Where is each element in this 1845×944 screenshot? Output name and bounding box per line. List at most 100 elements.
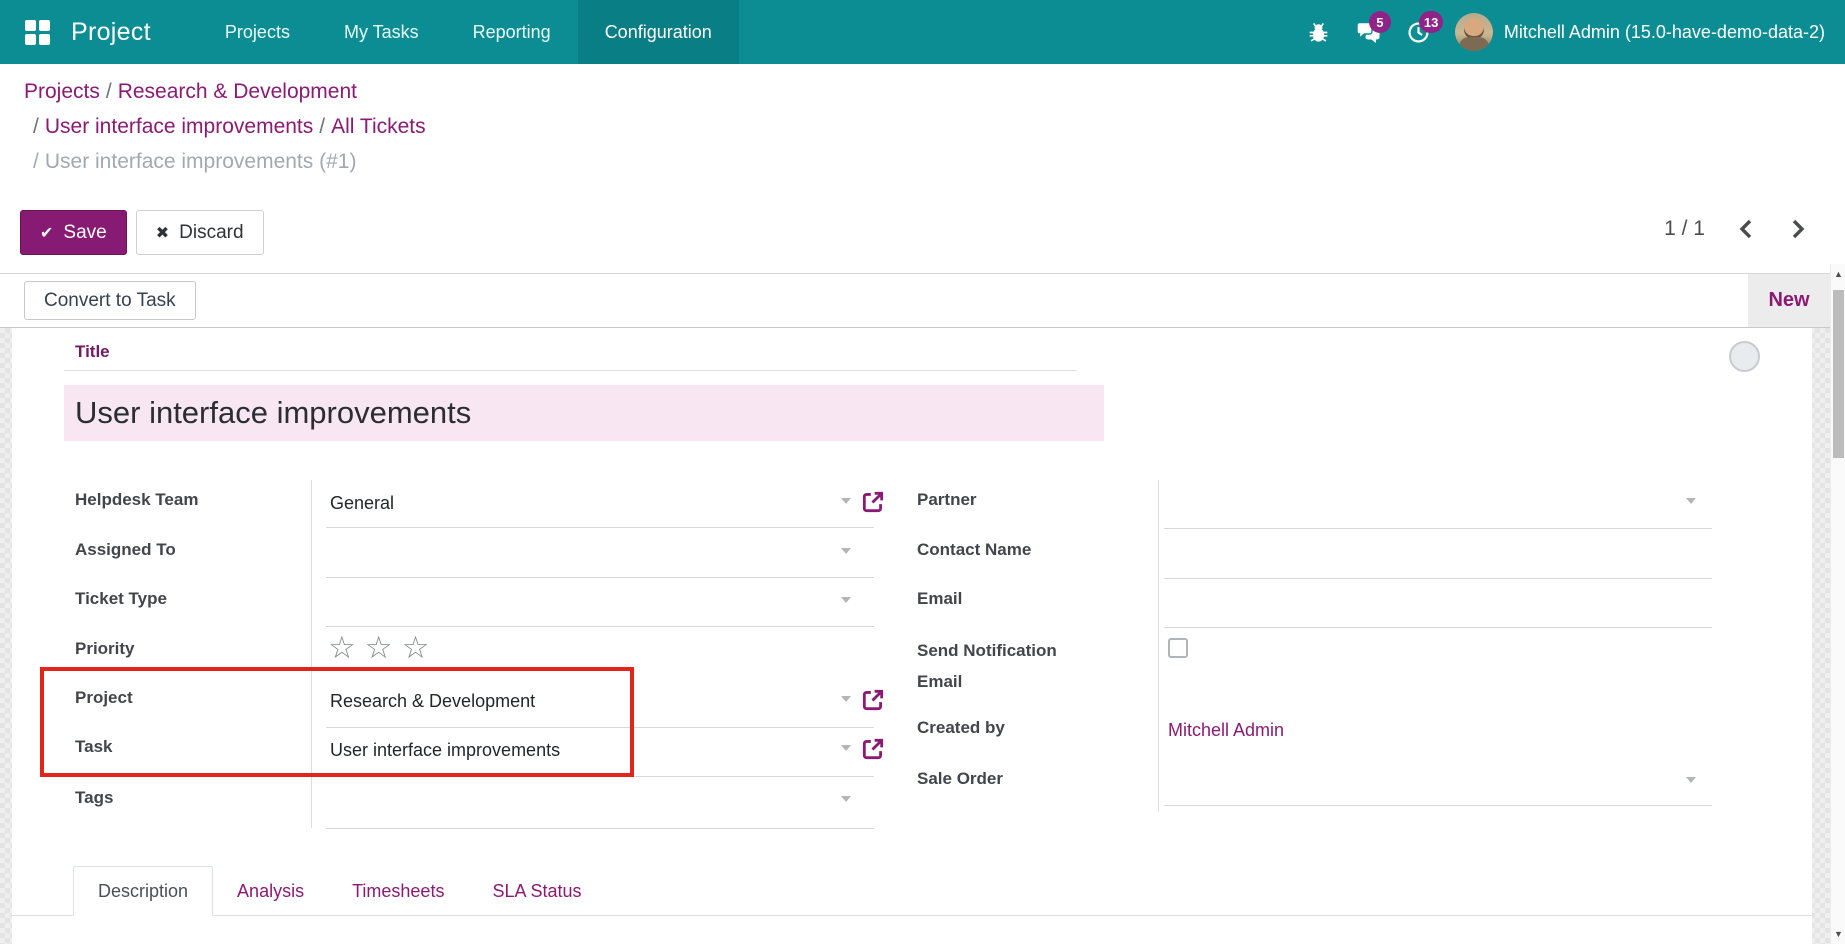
save-button[interactable]: ✔ Save [20, 210, 127, 255]
field-value-project[interactable]: Research & Development [330, 688, 535, 714]
debug-bug-icon[interactable] [1305, 18, 1333, 46]
external-link-icon[interactable] [860, 736, 886, 762]
field-label-sale-order: Sale Order [917, 766, 1089, 792]
x-icon: ✖ [156, 223, 169, 243]
user-name: Mitchell Admin (15.0-have-demo-data-2) [1504, 22, 1825, 43]
breadcrumb-separator: / [33, 115, 45, 138]
discard-button[interactable]: ✖ Discard [136, 210, 264, 255]
breadcrumb-link-all-tickets[interactable]: All Tickets [331, 115, 426, 138]
scroll-down-icon[interactable]: ▼ [1831, 927, 1845, 941]
breadcrumb: Projects/Research & Development /User in… [24, 74, 426, 179]
activities-count-badge: 13 [1419, 11, 1443, 33]
pager-previous-button[interactable] [1735, 217, 1757, 241]
scrollbar-thumb[interactable] [1833, 290, 1844, 458]
priority-stars[interactable]: ☆☆☆ [328, 633, 438, 663]
dropdown-caret-icon[interactable] [1686, 498, 1696, 504]
form-status-bar: Convert to Task New [0, 274, 1830, 328]
user-avatar [1455, 13, 1493, 51]
field-underline [326, 776, 874, 777]
left-column-separator [311, 480, 312, 828]
breadcrumb-row-2: /User interface improvements/All Tickets [24, 109, 426, 144]
app-name[interactable]: Project [71, 18, 151, 47]
field-label-tags: Tags [75, 785, 305, 811]
field-label-assigned-to: Assigned To [75, 537, 305, 563]
notebook-tabs: Description Analysis Timesheets SLA Stat… [12, 866, 1812, 916]
external-link-icon[interactable] [860, 687, 886, 713]
field-label-contact-name: Contact Name [917, 537, 1089, 563]
tab-analysis[interactable]: Analysis [213, 866, 328, 916]
check-icon: ✔ [40, 223, 53, 243]
breadcrumb-link-projects[interactable]: Projects [24, 80, 100, 103]
field-value-helpdesk-team[interactable]: General [330, 490, 394, 516]
convert-to-task-button[interactable]: Convert to Task [24, 281, 196, 320]
navbar-right: 5 13 Mitchell Admin (15.0-have-demo-data… [1305, 13, 1825, 51]
field-underline [1164, 805, 1712, 806]
dropdown-caret-icon[interactable] [841, 745, 851, 751]
pager-counter: 1 / 1 [1664, 217, 1705, 241]
star-icon[interactable]: ☆ [402, 630, 439, 665]
field-label-project: Project [75, 685, 305, 711]
breadcrumb-separator: / [313, 115, 331, 138]
messages-button[interactable]: 5 [1355, 18, 1383, 46]
field-underline [1164, 578, 1712, 579]
dropdown-caret-icon[interactable] [841, 696, 851, 702]
field-value-task[interactable]: User interface improvements [330, 737, 560, 763]
field-underline [326, 527, 874, 528]
activities-button[interactable]: 13 [1405, 18, 1433, 46]
app-window: Project Projects My Tasks Reporting Conf… [0, 0, 1845, 944]
form-action-buttons: ✔ Save ✖ Discard [20, 210, 264, 255]
discard-button-label: Discard [179, 222, 243, 244]
user-menu[interactable]: Mitchell Admin (15.0-have-demo-data-2) [1455, 13, 1825, 51]
external-link-icon[interactable] [860, 489, 886, 515]
field-underline [1164, 528, 1712, 529]
dropdown-caret-icon[interactable] [841, 796, 851, 802]
menu-item-my-tasks[interactable]: My Tasks [317, 0, 446, 64]
breadcrumb-row-1: Projects/Research & Development [24, 74, 426, 109]
scroll-up-icon[interactable]: ▲ [1831, 267, 1845, 281]
title-label-underline [64, 370, 1077, 371]
breadcrumb-link-rnd[interactable]: Research & Development [118, 80, 357, 103]
pager-next-button[interactable] [1787, 217, 1809, 241]
menu-item-projects[interactable]: Projects [198, 0, 317, 64]
stage-button-new[interactable]: New [1748, 274, 1830, 327]
menu-item-reporting[interactable]: Reporting [446, 0, 578, 64]
messages-count-badge: 5 [1369, 11, 1391, 33]
title-input-value: User interface improvements [64, 395, 471, 431]
title-field-label: Title [75, 342, 110, 362]
field-label-priority: Priority [75, 636, 305, 662]
dropdown-caret-icon[interactable] [841, 597, 851, 603]
title-input[interactable]: User interface improvements [64, 385, 1104, 441]
tab-timesheets[interactable]: Timesheets [328, 866, 468, 916]
tab-description[interactable]: Description [73, 866, 213, 916]
apps-grid-icon[interactable] [25, 20, 50, 45]
field-label-partner: Partner [917, 487, 1089, 513]
field-label-ticket-type: Ticket Type [75, 586, 305, 612]
dropdown-caret-icon[interactable] [841, 548, 851, 554]
field-value-created-by[interactable]: Mitchell Admin [1168, 717, 1284, 743]
record-pager: 1 / 1 [1664, 217, 1809, 241]
dropdown-caret-icon[interactable] [841, 498, 851, 504]
vertical-scrollbar[interactable]: ▲ ▼ [1830, 264, 1845, 944]
field-label-email: Email [917, 586, 1089, 612]
field-underline [1164, 627, 1712, 628]
field-label-helpdesk-team: Helpdesk Team [75, 487, 305, 513]
breadcrumb-separator: / [33, 150, 45, 173]
tab-sla-status[interactable]: SLA Status [468, 866, 605, 916]
field-label-task: Task [75, 734, 305, 760]
breadcrumb-row-3: /User interface improvements (#1) [24, 144, 426, 179]
top-menu: Projects My Tasks Reporting Configuratio… [198, 0, 739, 64]
field-underline [326, 626, 874, 627]
field-label-created-by: Created by [917, 715, 1089, 741]
kanban-state-circle[interactable] [1729, 341, 1760, 372]
star-icon[interactable]: ☆ [328, 630, 365, 665]
field-underline [326, 577, 874, 578]
breadcrumb-current: User interface improvements (#1) [45, 150, 357, 173]
field-underline [326, 828, 874, 829]
menu-item-configuration[interactable]: Configuration [578, 0, 739, 64]
breadcrumb-link-ui-improvements[interactable]: User interface improvements [45, 115, 313, 138]
field-underline [326, 727, 874, 728]
star-icon[interactable]: ☆ [365, 630, 402, 665]
bug-icon [1307, 21, 1330, 44]
dropdown-caret-icon[interactable] [1686, 777, 1696, 783]
send-notification-email-checkbox[interactable] [1168, 638, 1188, 658]
